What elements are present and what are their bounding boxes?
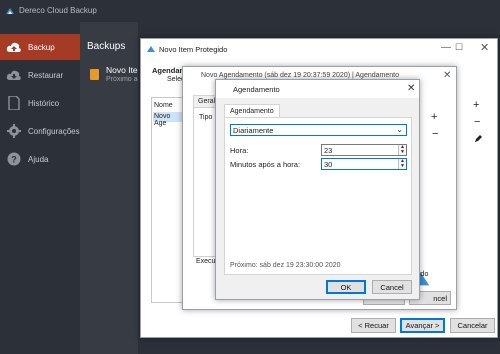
app-logo-icon (147, 46, 155, 52)
gear-icon (7, 124, 21, 138)
cancel-button[interactable]: Cancelar (450, 318, 495, 333)
window-titlebar: Novo Item Protegido — ☐ ✕ (141, 39, 497, 59)
minutes-stepper[interactable]: 30 ▲ ▼ (321, 158, 407, 170)
sidebar-item-label: Histórico (28, 99, 60, 108)
document-icon (8, 96, 20, 110)
remove-button[interactable]: − (474, 116, 480, 128)
sidebar-item-configuracoes[interactable]: Configurações (0, 118, 80, 144)
window-title: Novo Agendamento (sáb dez 19 20:37:59 20… (201, 72, 399, 79)
close-icon[interactable]: ✕ (443, 70, 451, 81)
agendamento-dialog: Agendamento ✕ Agendamento Diariamente ⌄ … (215, 79, 420, 300)
backup-item-title: Novo Item (106, 65, 138, 75)
sidebar-item-backup[interactable]: Backup (0, 34, 80, 60)
sidebar: Backup Restaurar Histórico Configurações… (0, 22, 80, 354)
file-icon (90, 69, 99, 80)
svg-text:?: ? (11, 155, 17, 165)
backup-list-item[interactable]: Novo Item Próximo ag (87, 65, 138, 95)
next-run-text: Próximo: sáb dez 19 23:30:00 2020 (230, 262, 341, 269)
backups-title: Backups (87, 41, 126, 52)
remove-button[interactable]: − (432, 128, 438, 140)
frequency-select[interactable]: Diariamente ⌄ (230, 124, 407, 136)
cancel-button[interactable]: Cancel (372, 280, 412, 294)
sidebar-item-ajuda[interactable]: ? Ajuda (0, 146, 80, 172)
app-logo-icon (6, 8, 14, 14)
stepper-arrows-icon[interactable]: ▲ ▼ (398, 145, 406, 155)
partial-label: ido (419, 271, 429, 278)
window-title: Novo Item Protegido (159, 45, 228, 54)
add-button[interactable]: + (473, 99, 479, 111)
hour-label: Hora: (230, 146, 249, 155)
list-header: Nome (154, 102, 173, 109)
minutes-label: Minutos após a hora: (230, 160, 301, 169)
tab-panel: Diariamente ⌄ Hora: 23 ▲ ▼ Minutos após a… (224, 117, 412, 275)
dialog-titlebar: Agendamento ✕ (216, 80, 419, 244)
sidebar-item-label: Ajuda (28, 155, 49, 164)
backup-item-subtitle: Próximo ag (106, 76, 138, 83)
sidebar-item-restaurar[interactable]: Restaurar (0, 62, 80, 88)
ok-button[interactable]: OK (326, 280, 366, 294)
close-icon[interactable]: ✕ (407, 83, 415, 94)
cloud-download-icon (6, 70, 21, 80)
add-button[interactable]: + (431, 111, 437, 123)
edit-icon[interactable] (474, 134, 483, 143)
sidebar-item-label: Restaurar (28, 71, 64, 80)
stepper-arrows-icon[interactable]: ▲ ▼ (398, 159, 406, 169)
sidebar-item-historico[interactable]: Histórico (0, 90, 80, 116)
app-titlebar: Dereco Cloud Backup (0, 0, 500, 22)
column-header: Tipo (199, 114, 213, 121)
close-icon[interactable]: ✕ (480, 41, 489, 54)
sidebar-item-label: Backup (28, 43, 55, 52)
app-title: Dereco Cloud Backup (19, 6, 97, 15)
tab-agendamento[interactable]: Agendamento (224, 104, 280, 118)
backups-panel: Backups Novo Item Próximo ag (80, 22, 138, 354)
chevron-down-icon: ⌄ (396, 125, 403, 134)
maximize-icon[interactable]: ☐ (455, 42, 463, 53)
list-item[interactable]: Novo Age (153, 112, 184, 127)
sidebar-item-label: Configurações (28, 127, 80, 136)
minimize-icon[interactable]: — (441, 42, 451, 53)
dialog-title: Agendamento (233, 85, 280, 94)
schedule-list[interactable]: Nome Novo Age (151, 97, 185, 303)
help-icon: ? (7, 152, 21, 166)
hour-stepper[interactable]: 23 ▲ ▼ (321, 144, 407, 156)
cloud-upload-icon (6, 42, 21, 52)
